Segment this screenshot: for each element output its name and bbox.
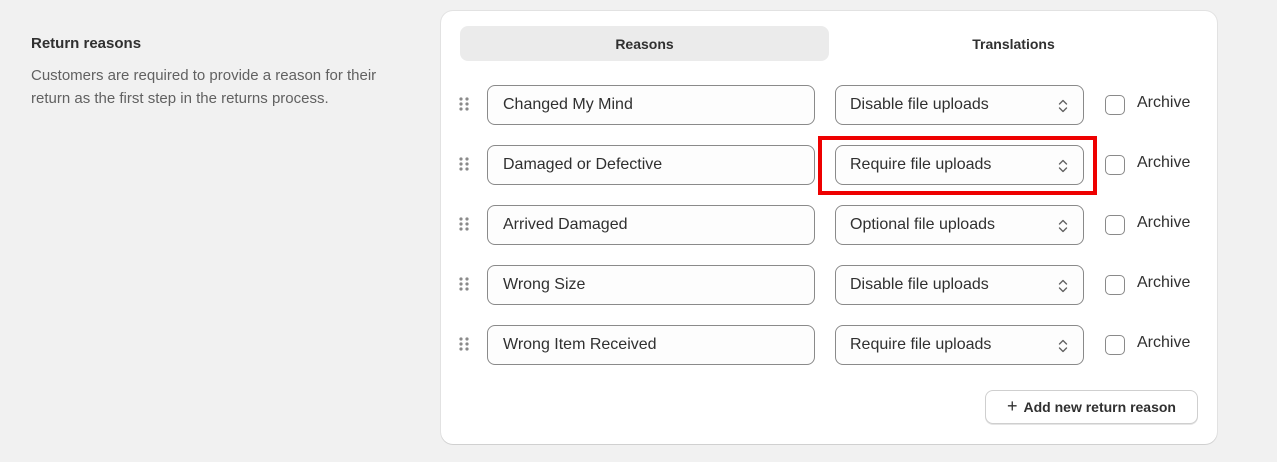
reason-name-input[interactable]: Damaged or Defective — [487, 145, 815, 185]
reason-name-input[interactable]: Wrong Size — [487, 265, 815, 305]
add-return-reason-label: Add new return reason — [1023, 399, 1176, 415]
drag-handle-icon[interactable] — [458, 96, 472, 114]
section-title: Return reasons — [31, 35, 142, 52]
reason-row: Wrong Size Disable file uploads Archive — [441, 265, 1217, 305]
archive-toggle[interactable]: Archive — [1105, 85, 1190, 125]
archive-label: Archive — [1137, 94, 1191, 111]
file-upload-select[interactable]: Optional file uploads — [835, 205, 1084, 245]
select-chevron-icon — [1058, 279, 1068, 293]
add-return-reason-button[interactable]: + Add new return reason — [985, 390, 1198, 424]
tab-bar: Reasons Translations — [460, 26, 1198, 61]
file-upload-select[interactable]: Disable file uploads — [835, 85, 1084, 125]
tab-reasons[interactable]: Reasons — [460, 26, 829, 61]
file-upload-select-value: Disable file uploads — [850, 96, 989, 113]
archive-checkbox[interactable] — [1105, 155, 1125, 175]
section-description: Customers are required to provide a reas… — [31, 67, 377, 107]
archive-label: Archive — [1137, 214, 1191, 231]
tab-translations[interactable]: Translations — [829, 26, 1198, 61]
reason-row: Wrong Item Received Require file uploads… — [441, 325, 1217, 365]
archive-toggle[interactable]: Archive — [1105, 325, 1190, 365]
reason-row: Damaged or Defective Require file upload… — [441, 145, 1217, 185]
archive-checkbox[interactable] — [1105, 95, 1125, 115]
drag-handle-icon[interactable] — [458, 156, 472, 174]
section-info: Return reasons Customers are required to… — [31, 35, 411, 110]
drag-handle-icon[interactable] — [458, 216, 472, 234]
reason-name-input[interactable]: Arrived Damaged — [487, 205, 815, 245]
return-reasons-card: Reasons Translations Changed My Mind Dis… — [441, 11, 1217, 444]
file-upload-select-value: Disable file uploads — [850, 276, 989, 293]
file-upload-select[interactable]: Require file uploads — [835, 145, 1084, 185]
select-chevron-icon — [1058, 99, 1068, 113]
archive-checkbox[interactable] — [1105, 215, 1125, 235]
select-chevron-icon — [1058, 159, 1068, 173]
file-upload-select-value: Require file uploads — [850, 336, 992, 353]
reason-name-input[interactable]: Changed My Mind — [487, 85, 815, 125]
select-chevron-icon — [1058, 339, 1068, 353]
plus-icon: + — [1007, 395, 1018, 416]
archive-toggle[interactable]: Archive — [1105, 205, 1190, 245]
select-chevron-icon — [1058, 219, 1068, 233]
reason-name-input[interactable]: Wrong Item Received — [487, 325, 815, 365]
archive-label: Archive — [1137, 274, 1191, 291]
archive-toggle[interactable]: Archive — [1105, 265, 1190, 305]
reason-row: Arrived Damaged Optional file uploads Ar… — [441, 205, 1217, 245]
archive-checkbox[interactable] — [1105, 335, 1125, 355]
archive-toggle[interactable]: Archive — [1105, 145, 1190, 185]
archive-label: Archive — [1137, 154, 1191, 171]
reason-row: Changed My Mind Disable file uploads Arc… — [441, 85, 1217, 125]
file-upload-select-value: Require file uploads — [850, 156, 992, 173]
drag-handle-icon[interactable] — [458, 336, 472, 354]
archive-label: Archive — [1137, 334, 1191, 351]
file-upload-select[interactable]: Disable file uploads — [835, 265, 1084, 305]
archive-checkbox[interactable] — [1105, 275, 1125, 295]
file-upload-select-value: Optional file uploads — [850, 216, 995, 233]
drag-handle-icon[interactable] — [458, 276, 472, 294]
file-upload-select[interactable]: Require file uploads — [835, 325, 1084, 365]
